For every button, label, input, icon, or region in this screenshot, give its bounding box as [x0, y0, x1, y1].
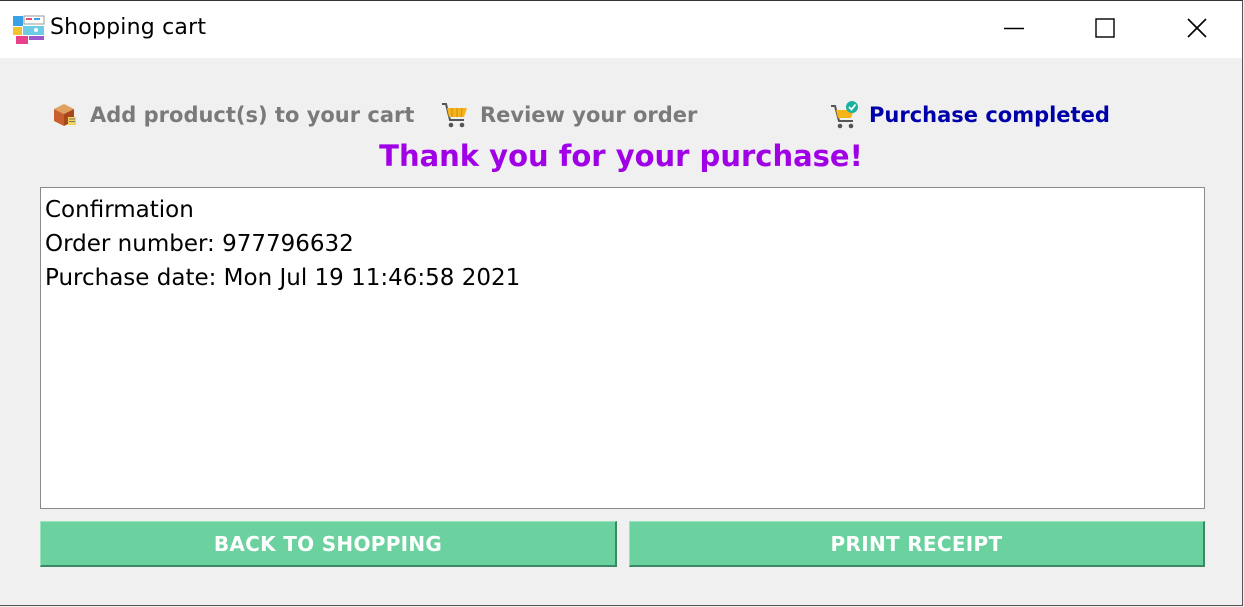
checkout-steps: Add product(s) to your cart Review your …: [0, 97, 1242, 133]
step-label: Review your order: [480, 103, 698, 127]
minimize-button[interactable]: [968, 1, 1060, 58]
confirmation-heading: Confirmation: [45, 197, 194, 223]
thank-you-message: Thank you for your purchase!: [379, 139, 863, 173]
step-purchase-completed: Purchase completed: [829, 97, 1110, 133]
shopping-cart-window: Shopping cart Add product(s) to your car…: [0, 0, 1243, 606]
print-receipt-button[interactable]: PRINT RECEIPT: [629, 521, 1205, 567]
maximize-icon: [1094, 17, 1116, 43]
close-button[interactable]: [1151, 1, 1243, 58]
box-icon: [50, 100, 80, 130]
minimize-icon: [1003, 17, 1025, 43]
close-icon: [1186, 17, 1208, 43]
title-bar[interactable]: Shopping cart: [0, 1, 1242, 58]
step-review-order: Review your order: [440, 97, 697, 133]
confirmation-textbox[interactable]: Confirmation Order number: 977796632 Pur…: [40, 187, 1205, 509]
maximize-button[interactable]: [1059, 1, 1151, 58]
order-number: Order number: 977796632: [45, 231, 354, 257]
cart-icon: [440, 100, 470, 130]
cart-check-icon: [829, 100, 859, 130]
shopping-cart-app-icon: [12, 15, 46, 45]
step-add-products: Add product(s) to your cart: [50, 97, 414, 133]
back-to-shopping-button[interactable]: BACK TO SHOPPING: [40, 521, 617, 567]
step-label: Purchase completed: [869, 103, 1110, 127]
purchase-date: Purchase date: Mon Jul 19 11:46:58 2021: [45, 265, 521, 291]
step-label: Add product(s) to your cart: [90, 103, 415, 127]
window-title: Shopping cart: [50, 15, 207, 40]
